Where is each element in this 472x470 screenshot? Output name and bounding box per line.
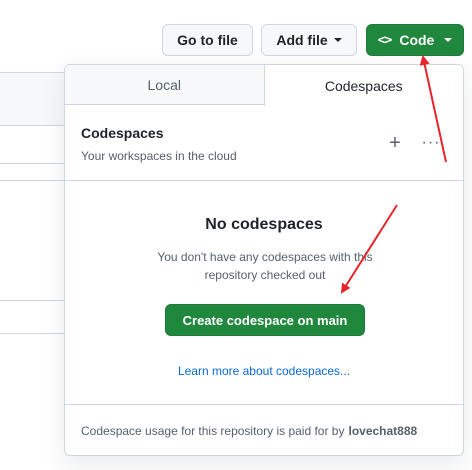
codespaces-header: Codespaces Your workspaces in the cloud … xyxy=(65,105,463,181)
code-label: Code xyxy=(399,32,435,48)
kebab-menu-icon[interactable]: ··· xyxy=(419,131,443,155)
code-button[interactable]: <> Code xyxy=(366,24,464,56)
tab-codespaces[interactable]: Codespaces xyxy=(263,65,463,106)
add-file-label: Add file xyxy=(276,32,328,48)
empty-state-title: No codespaces xyxy=(205,216,323,233)
plus-icon[interactable]: + xyxy=(383,131,407,155)
create-codespace-button[interactable]: Create codespace on main xyxy=(165,304,365,336)
codespaces-title: Codespaces xyxy=(81,125,164,141)
add-file-button[interactable]: Add file xyxy=(261,24,357,56)
learn-more-link[interactable]: Learn more about codespaces... xyxy=(65,364,463,378)
go-to-file-label: Go to file xyxy=(177,32,238,48)
chevron-down-icon xyxy=(333,38,342,42)
empty-state: No codespaces You don't have any codespa… xyxy=(65,182,463,404)
empty-state-description: You don't have any codespaces with this … xyxy=(157,250,373,282)
billing-text: Codespace usage for this repository is p… xyxy=(81,424,345,438)
go-to-file-button[interactable]: Go to file xyxy=(162,24,253,56)
tab-local[interactable]: Local xyxy=(65,65,264,104)
chevron-down-icon xyxy=(444,38,453,42)
codespaces-subtitle: Your workspaces in the cloud xyxy=(81,149,237,163)
code-popover: Local Codespaces Codespaces Your workspa… xyxy=(64,64,464,456)
billing-owner: lovechat888 xyxy=(348,424,418,438)
billing-footer: Codespace usage for this repository is p… xyxy=(65,404,463,455)
popover-tabs: Local Codespaces xyxy=(65,65,463,106)
code-icon: <> xyxy=(377,32,393,48)
